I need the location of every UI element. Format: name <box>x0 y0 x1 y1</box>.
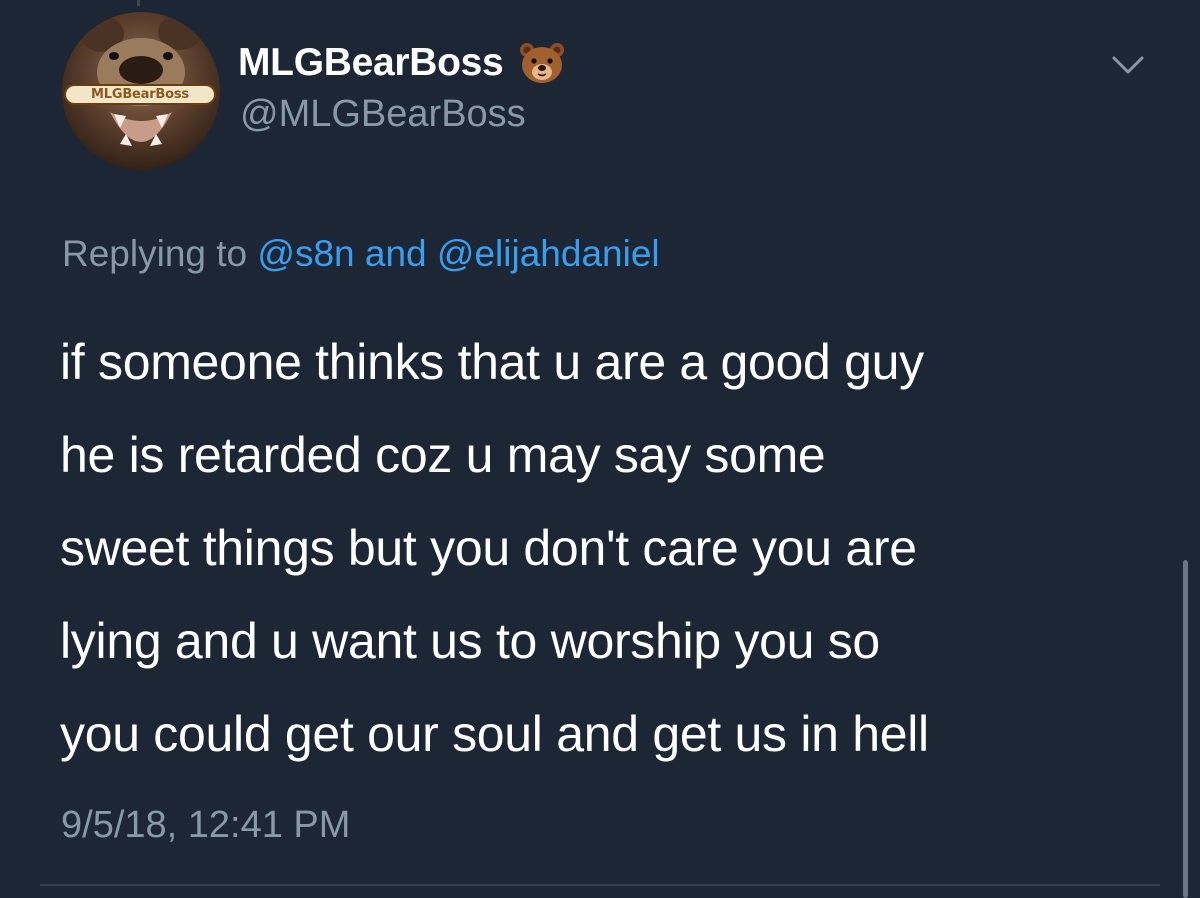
replying-to-label: Replying to <box>62 233 248 274</box>
tweet-text-line: if someone thinks that u are a good guy <box>60 334 924 390</box>
tweet-text-line: lying and u want us to worship you so <box>60 613 880 669</box>
avatar[interactable]: MLGBearBoss <box>62 12 220 170</box>
tweet: MLGBearBoss MLGBearBoss @MLGBearBoss Rep… <box>0 0 1200 898</box>
thread-connector-line <box>137 0 140 6</box>
reply-conjunction[interactable]: and <box>365 233 427 274</box>
display-name[interactable]: MLGBearBoss <box>238 41 504 85</box>
tweet-text-line: he is retarded coz u may say some <box>60 427 826 483</box>
replying-to-line: Replying to @s8n and @elijahdaniel <box>62 233 660 275</box>
mention-link-elijahdaniel[interactable]: @elijahdaniel <box>437 233 660 274</box>
chevron-down-icon[interactable] <box>1108 50 1148 78</box>
avatar-logo-text: MLGBearBoss <box>64 84 216 105</box>
scrollbar[interactable] <box>1183 560 1188 898</box>
timestamp[interactable]: 9/5/18, 12:41 PM <box>61 804 350 847</box>
divider <box>40 884 1160 886</box>
tweet-text: if someone thinks that u are a good guy … <box>60 316 1150 781</box>
mention-link-s8n[interactable]: @s8n <box>257 233 354 274</box>
bear-face-icon <box>520 43 565 83</box>
name-row: MLGBearBoss <box>238 36 565 90</box>
user-handle[interactable]: @MLGBearBoss <box>240 93 526 136</box>
tweet-text-line: you could get our soul and get us in hel… <box>60 706 929 762</box>
tweet-text-line: sweet things but you don't care you are <box>60 520 917 576</box>
